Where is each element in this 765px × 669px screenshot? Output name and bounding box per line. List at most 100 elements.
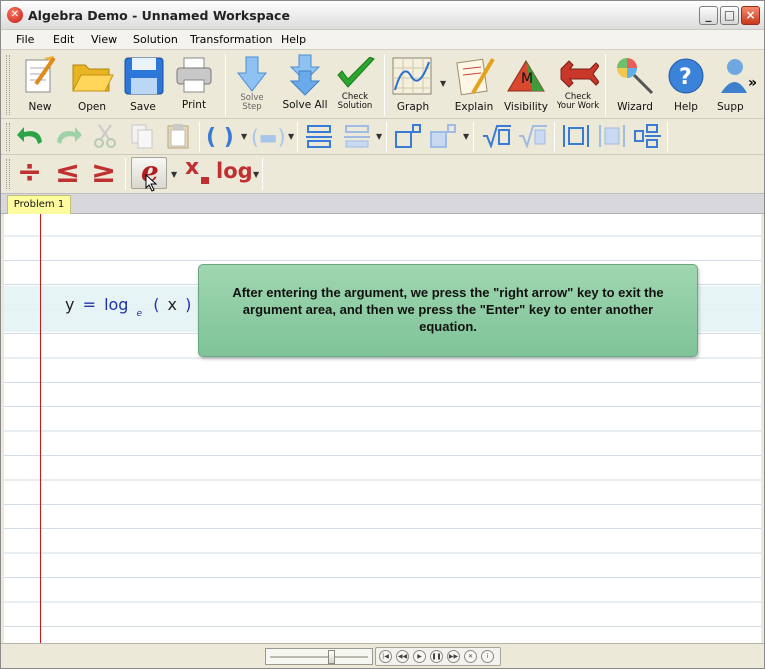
- maximize-button[interactable]: □: [720, 6, 739, 25]
- e-constant-button[interactable]: e: [131, 155, 167, 192]
- menu-view[interactable]: View: [91, 33, 117, 46]
- support-person-icon: [721, 59, 747, 93]
- stop-icon[interactable]: ✕: [464, 650, 477, 663]
- toolbar-separator: [262, 158, 263, 190]
- window-title: Algebra Demo - Unnamed Workspace: [28, 8, 290, 23]
- graph-label: Graph: [396, 101, 430, 113]
- visibility-button[interactable]: M Visibility: [501, 53, 551, 115]
- minimize-button[interactable]: _: [699, 6, 718, 25]
- cut-scissors-icon[interactable]: [91, 123, 119, 149]
- pause-icon[interactable]: ❚❚: [430, 650, 443, 663]
- undo-icon[interactable]: [16, 124, 46, 148]
- svg-text:M: M: [521, 71, 533, 87]
- playback-bar: |◀ ◀◀ ▶ ❚❚ ▶▶ ✕ i: [1, 643, 764, 668]
- new-button[interactable]: New: [17, 53, 63, 115]
- less-equal-button[interactable]: ≤: [55, 155, 80, 190]
- explain-button[interactable]: Explain: [451, 53, 497, 115]
- square-root-icon[interactable]: [481, 124, 513, 148]
- slider-track-line: [270, 656, 368, 658]
- playback-slider[interactable]: [265, 648, 373, 665]
- menu-transformation[interactable]: Transformation: [190, 33, 273, 46]
- copy-icon[interactable]: [129, 123, 155, 149]
- toolbar-separator: [605, 54, 606, 116]
- solve-step-label-2: Step: [242, 102, 262, 112]
- parentheses-icon[interactable]: ( ): [205, 123, 237, 149]
- redo-icon[interactable]: [53, 124, 83, 148]
- subscript-label: x: [185, 155, 200, 180]
- toolbar-separator: [225, 54, 226, 116]
- equation-rparen: ): [185, 295, 192, 314]
- rewind-icon[interactable]: ◀◀: [396, 650, 409, 663]
- skip-start-icon[interactable]: |◀: [379, 650, 392, 663]
- double-arrow-down-icon: [289, 54, 321, 96]
- close-button[interactable]: ×: [741, 6, 760, 25]
- fraction-dropdown-icon[interactable]: ▼: [376, 132, 382, 141]
- title-bar[interactable]: ✕ Algebra Demo - Unnamed Workspace _ □ ×: [1, 1, 764, 30]
- instruction-callout: After entering the argument, we press th…: [198, 264, 698, 357]
- absolute-value-alt-icon[interactable]: [597, 123, 627, 149]
- constant-dropdown-icon[interactable]: ▼: [171, 170, 177, 179]
- toolbar-overflow-icon[interactable]: »: [748, 75, 757, 91]
- save-button[interactable]: Save: [120, 53, 166, 115]
- paste-icon[interactable]: [165, 122, 191, 150]
- symbol-toolbar: ÷ ≤ ≥ e ▼ x log ▼: [1, 155, 764, 193]
- exponent-icon[interactable]: [394, 123, 422, 149]
- fraction-alt-icon[interactable]: [343, 124, 371, 150]
- toolbar-grip[interactable]: [6, 123, 10, 151]
- log-button[interactable]: log: [216, 159, 253, 183]
- slider-thumb[interactable]: [328, 650, 335, 664]
- toolbar-separator: [384, 54, 385, 116]
- menu-help[interactable]: Help: [281, 33, 306, 46]
- playback-controls: |◀ ◀◀ ▶ ❚❚ ▶▶ ✕ i: [375, 647, 501, 666]
- menu-solution[interactable]: Solution: [133, 33, 178, 46]
- parentheses-dropdown-icon[interactable]: ▼: [241, 132, 247, 141]
- toolbar-grip[interactable]: [6, 159, 10, 189]
- menu-file[interactable]: File: [16, 33, 34, 46]
- play-icon[interactable]: ▶: [413, 650, 426, 663]
- print-button[interactable]: Print: [171, 53, 217, 115]
- subscript-button[interactable]: x: [183, 155, 213, 189]
- log-dropdown-icon[interactable]: ▼: [253, 170, 259, 179]
- solve-step-button[interactable]: Solve Step: [229, 53, 275, 115]
- problem-tab-strip: Problem 1: [1, 193, 764, 215]
- save-label: Save: [130, 101, 156, 113]
- fraction-icon[interactable]: [305, 124, 333, 150]
- nth-root-icon[interactable]: [517, 124, 549, 148]
- maximize-icon: □: [723, 8, 736, 22]
- absolute-value-icon[interactable]: [561, 123, 591, 149]
- toolbar-separator: [297, 122, 298, 152]
- open-button[interactable]: Open: [67, 53, 117, 115]
- tab-problem-1[interactable]: Problem 1: [7, 195, 71, 215]
- brackets-dropdown-icon[interactable]: ▼: [288, 132, 294, 141]
- check-solution-button[interactable]: Check Solution: [332, 53, 378, 115]
- solve-all-button[interactable]: Solve All: [281, 53, 329, 115]
- fast-forward-icon[interactable]: ▶▶: [447, 650, 460, 663]
- support-button[interactable]: Supp: [713, 53, 749, 115]
- graph-button[interactable]: Graph: [389, 53, 437, 115]
- new-document-icon: [25, 56, 56, 93]
- app-window: ✕ Algebra Demo - Unnamed Workspace _ □ ×…: [0, 0, 765, 669]
- exponent-alt-icon[interactable]: [429, 123, 457, 149]
- mixed-fraction-icon[interactable]: [633, 123, 663, 149]
- solve-all-label: Solve All: [282, 99, 328, 111]
- graph-icon: [392, 57, 432, 95]
- graph-dropdown-icon[interactable]: ▼: [440, 79, 446, 88]
- help-button[interactable]: ? Help: [663, 53, 709, 115]
- greater-equal-button[interactable]: ≥: [91, 155, 116, 190]
- equation-base: e: [136, 309, 143, 319]
- check-your-work-button[interactable]: Check Your Work: [553, 53, 603, 115]
- app-logo-icon[interactable]: ✕: [7, 7, 23, 23]
- equation-line[interactable]: y = log e ( x ): [65, 295, 191, 319]
- open-label: Open: [77, 101, 107, 113]
- toolbar-separator: [386, 122, 387, 152]
- toolbar-grip[interactable]: [6, 55, 10, 115]
- svg-text:(▬): (▬): [251, 125, 285, 149]
- divide-button[interactable]: ÷: [17, 155, 42, 190]
- mouse-cursor-icon: [145, 174, 158, 192]
- info-icon[interactable]: i: [481, 650, 494, 663]
- menu-edit[interactable]: Edit: [53, 33, 74, 46]
- exponent-dropdown-icon[interactable]: ▼: [463, 132, 469, 141]
- help-label: Help: [674, 101, 698, 113]
- brackets-icon[interactable]: (▬): [251, 123, 285, 149]
- wizard-button[interactable]: Wizard: [610, 53, 660, 115]
